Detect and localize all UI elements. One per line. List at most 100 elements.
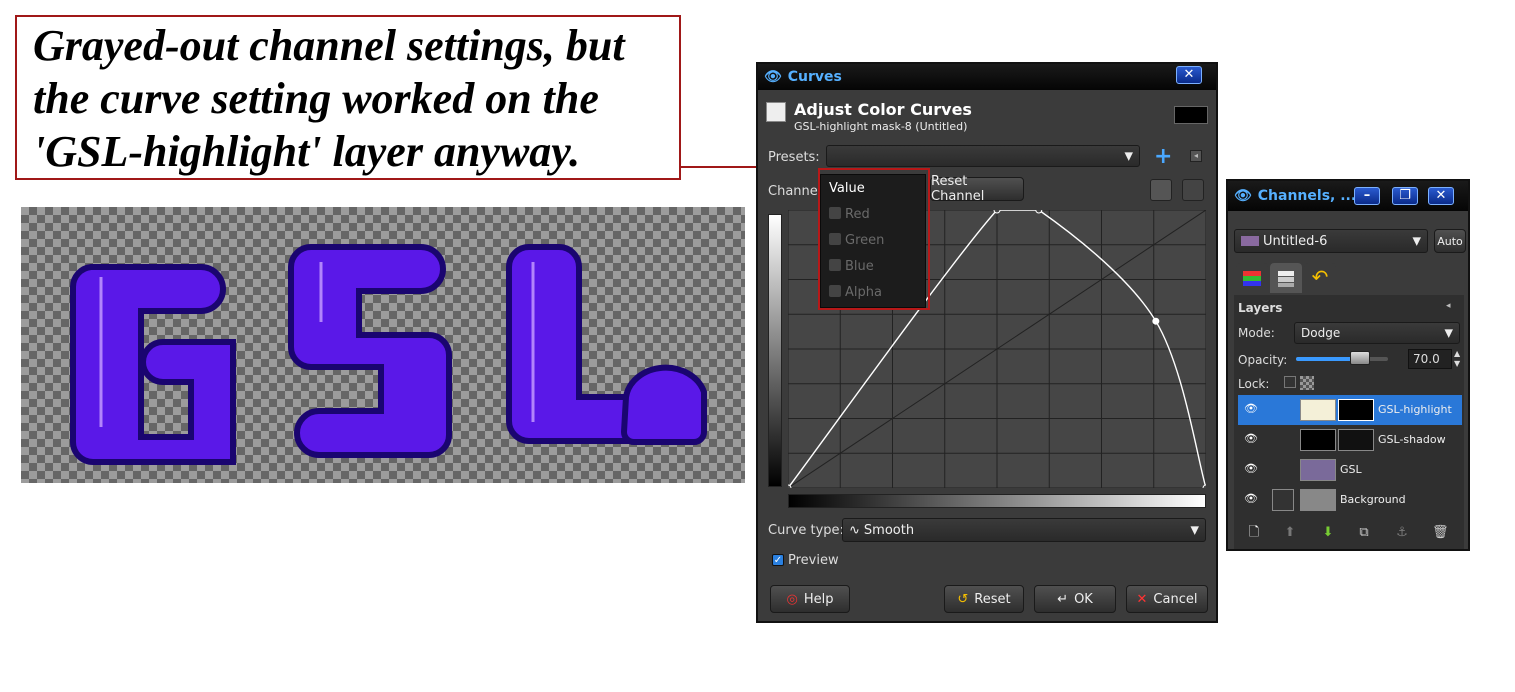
reset-icon: ↺: [957, 591, 969, 607]
ok-button[interactable]: ↵ OK: [1034, 585, 1116, 613]
eye-icon[interactable]: 👁: [1244, 463, 1260, 475]
enter-icon: ↵: [1057, 591, 1069, 607]
layer-row-gsl[interactable]: 👁 GSL: [1238, 455, 1462, 485]
presets-label: Presets:: [768, 150, 820, 165]
glyph-g: [69, 264, 236, 465]
layer-thumbnail: [1300, 459, 1336, 481]
cancel-button[interactable]: ✕ Cancel: [1126, 585, 1208, 613]
layers-panel-title: Layers: [1238, 301, 1283, 315]
app-eye-icon: 👁: [764, 69, 782, 85]
layers-stack-icon: [1278, 271, 1294, 287]
annotation-text: Grayed-out channel settings, but the cur…: [33, 19, 683, 178]
eye-icon[interactable]: 👁: [1244, 433, 1260, 445]
smooth-curve-icon: ∿: [849, 522, 860, 538]
eye-icon[interactable]: 👁: [1244, 493, 1260, 505]
layer-name: GSL: [1340, 463, 1362, 476]
curves-titlebar[interactable]: 👁 Curves: [758, 64, 1216, 90]
image-selector-value: Untitled-6: [1263, 233, 1328, 249]
reset-button[interactable]: ↺ Reset: [944, 585, 1024, 613]
preview-checkbox[interactable]: ✓: [772, 554, 784, 566]
image-thumbnail-icon: [1241, 236, 1259, 246]
help-label: Help: [803, 591, 834, 607]
log-histogram-icon[interactable]: [1182, 179, 1204, 201]
opacity-input[interactable]: 70.0: [1408, 349, 1452, 369]
duplicate-layer-icon[interactable]: ⧉: [1356, 525, 1372, 541]
curve-control-point: [1035, 210, 1043, 214]
curve-control-point: [1152, 317, 1160, 325]
presets-combo[interactable]: ▼: [826, 145, 1140, 167]
channel-menu-highlight-outline: [818, 168, 930, 310]
delete-layer-icon[interactable]: 🗑: [1432, 525, 1449, 541]
curve-type-value: Smooth: [863, 522, 915, 538]
opacity-spinner[interactable]: ▲ ▼: [1454, 349, 1462, 369]
layer-thumbnail: [1300, 399, 1336, 421]
lock-alpha-icon[interactable]: [1300, 376, 1314, 390]
layer-name: GSL-shadow: [1378, 433, 1446, 446]
channels-stack-icon: [1243, 271, 1261, 286]
layer-row-gsl-shadow[interactable]: 👁 GSL-shadow: [1238, 425, 1462, 455]
chevron-down-icon: ▼: [1412, 234, 1421, 248]
help-button[interactable]: ◎ Help: [770, 585, 850, 613]
drawable-thumbnail: [1174, 106, 1208, 124]
anchor-layer-icon[interactable]: ⚓: [1394, 525, 1410, 541]
opacity-slider-handle[interactable]: [1350, 351, 1370, 365]
minimize-button[interactable]: –: [1354, 187, 1380, 205]
curve-control-point: [993, 210, 1001, 214]
panel-menu-icon[interactable]: ◂: [1446, 301, 1451, 311]
chevron-down-icon: ▼: [1190, 523, 1199, 537]
mode-combo[interactable]: Dodge ▼: [1294, 322, 1460, 344]
layer-name: GSL-highlight: [1378, 403, 1452, 416]
chain-toggle[interactable]: [1272, 489, 1294, 511]
reset-channel-button[interactable]: Reset Channel: [930, 174, 1024, 204]
lock-pixels-checkbox[interactable]: [1284, 376, 1296, 388]
layer-row-gsl-highlight[interactable]: 👁 GSL-highlight: [1238, 395, 1462, 425]
curves-tool-icon: [766, 102, 786, 122]
curves-dialog: 👁 Curves ✕ Adjust Color Curves GSL-highl…: [756, 62, 1218, 623]
new-layer-icon[interactable]: 🗋: [1246, 525, 1262, 541]
annotation-line-1: Grayed-out channel settings, but: [33, 21, 625, 70]
tab-channels[interactable]: [1236, 263, 1268, 293]
vertical-gradient-bar: [768, 214, 782, 487]
undo-history-icon[interactable]: ↶: [1304, 263, 1336, 293]
annotation-line-2: the curve setting worked on the: [33, 74, 599, 123]
cancel-icon: ✕: [1136, 591, 1148, 607]
image-selector-combo[interactable]: Untitled-6 ▼: [1234, 229, 1428, 253]
lifebuoy-icon: ◎: [786, 591, 798, 607]
glyph-s: [288, 244, 452, 458]
add-preset-icon[interactable]: +: [1154, 144, 1172, 169]
lock-label: Lock:: [1238, 377, 1270, 391]
preview-label[interactable]: Preview: [788, 553, 839, 568]
annotation-line-3: 'GSL-highlight' layer anyway.: [33, 127, 581, 176]
horizontal-gradient-bar: [788, 494, 1206, 508]
layers-dock: 👁 Channels, ... – ❐ ✕ Untitled-6 ▼ Auto …: [1226, 179, 1470, 551]
annotation-leader-line: [681, 166, 758, 168]
gsl-artwork: [69, 244, 707, 465]
layer-thumbnail: [1300, 489, 1336, 511]
reset-label: Reset: [974, 591, 1011, 607]
ok-label: OK: [1074, 591, 1093, 607]
lower-layer-icon[interactable]: ⬇: [1320, 525, 1336, 541]
mode-label: Mode:: [1238, 326, 1275, 340]
layer-row-background[interactable]: 👁 Background: [1238, 485, 1462, 515]
glyph-dot: [620, 364, 707, 445]
dialog-title: Adjust Color Curves: [794, 100, 972, 119]
mask-thumbnail[interactable]: [1338, 399, 1374, 421]
presets-menu-icon[interactable]: ◂: [1190, 150, 1202, 162]
auto-button[interactable]: Auto: [1434, 229, 1466, 253]
mode-value: Dodge: [1301, 326, 1341, 340]
eye-icon[interactable]: 👁: [1244, 403, 1260, 415]
cancel-label: Cancel: [1153, 591, 1198, 607]
canvas-preview: [21, 207, 745, 483]
raise-layer-icon[interactable]: ⬆: [1282, 525, 1298, 541]
tab-layers[interactable]: [1270, 263, 1302, 293]
dialog-subtitle: GSL-highlight mask-8 (Untitled): [794, 120, 968, 133]
close-button[interactable]: ✕: [1428, 187, 1454, 205]
linear-histogram-icon[interactable]: [1150, 179, 1172, 201]
close-button[interactable]: ✕: [1176, 66, 1202, 84]
curve-type-combo[interactable]: ∿ Smooth ▼: [842, 518, 1206, 542]
app-eye-icon: 👁: [1234, 188, 1252, 204]
maximize-button[interactable]: ❐: [1392, 187, 1418, 205]
curve-type-label: Curve type:: [768, 523, 844, 538]
chevron-down-icon: ▼: [1444, 326, 1453, 340]
mask-thumbnail[interactable]: [1338, 429, 1374, 451]
